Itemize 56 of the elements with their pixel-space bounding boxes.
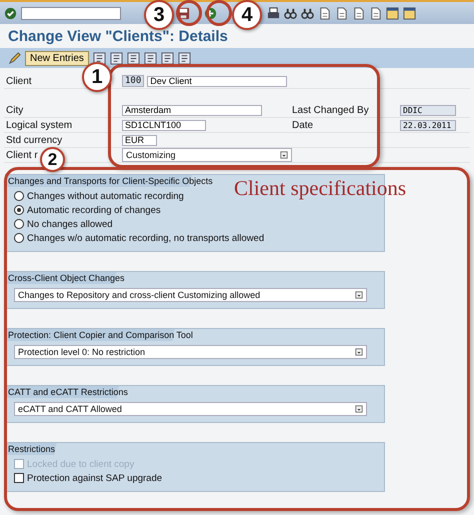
document-icon[interactable] [126, 52, 140, 64]
text-field[interactable]: Amsterdam [122, 104, 262, 116]
client-role-dropdown[interactable]: Customizing [122, 148, 292, 162]
document-icon[interactable] [160, 52, 174, 64]
window-icon[interactable] [386, 6, 399, 20]
radio-button[interactable] [14, 191, 24, 201]
page-icon[interactable] [369, 6, 382, 20]
back-icon[interactable] [204, 6, 217, 20]
field-label: Client r [6, 150, 38, 160]
field-label: Date [292, 120, 314, 130]
text-field[interactable]: Dev Client [147, 76, 288, 86]
printer-icon[interactable] [267, 6, 280, 20]
callout-number: 2 [40, 147, 65, 172]
dropdown-icon[interactable] [355, 291, 363, 299]
binoculars-icon[interactable] [301, 6, 314, 20]
text-field[interactable]: EUR [122, 134, 157, 146]
radio-button[interactable] [14, 219, 24, 229]
dropdown-field[interactable]: eCATT and CATT Allowed [14, 402, 367, 416]
window-icon[interactable] [403, 6, 416, 20]
dropdown-icon[interactable] [280, 151, 288, 159]
field-label: Client [6, 76, 32, 86]
document-icon[interactable] [92, 52, 106, 64]
document-icon[interactable] [110, 52, 123, 64]
document-icon[interactable] [144, 52, 157, 64]
screen-title: Change View "Clients": Details [7, 27, 229, 47]
dropdown-icon[interactable] [355, 348, 363, 356]
field-label: Std currency [6, 134, 62, 146]
option-label: Automatic recording of changes [27, 204, 161, 216]
field-label: City [6, 104, 24, 116]
dropdown-field[interactable]: Changes to Repository and cross-client Customizing allowed [14, 288, 367, 302]
option-label: Changes without automatic recording [27, 190, 184, 202]
client-number: 100 [122, 75, 144, 87]
document-icon[interactable] [178, 52, 191, 64]
field-label: Last Changed By [292, 104, 369, 116]
highlight-ellipse [176, 0, 202, 26]
dropdown-field[interactable]: Protection level 0: No restriction [14, 345, 367, 359]
read-only-field[interactable]: 22.03.2011 [400, 120, 456, 130]
page-icon[interactable] [335, 6, 348, 20]
annotation-caption: Client specifications [234, 176, 406, 201]
dropdown-icon[interactable] [355, 405, 363, 413]
pencil-icon[interactable] [8, 52, 21, 64]
field-label: Logical system [6, 120, 72, 130]
radio-button[interactable] [14, 233, 24, 243]
checkbox[interactable] [14, 473, 24, 483]
radio-button[interactable] [14, 205, 24, 215]
command-field[interactable] [21, 6, 121, 20]
binoculars-icon[interactable] [284, 6, 297, 20]
read-only-field[interactable]: DDIC [400, 104, 456, 116]
new-entries-button[interactable]: New Entries [25, 50, 89, 66]
option-label: Changes w/o automatic recording, no transports allowed [27, 232, 264, 244]
option-label: No changes allowed [27, 218, 113, 230]
text-field[interactable]: SD1CLNT100 [122, 120, 206, 130]
page-icon[interactable] [318, 6, 331, 20]
option-label: Protection against SAP upgrade [27, 472, 162, 484]
page-icon[interactable] [352, 6, 365, 20]
check-icon[interactable] [4, 6, 17, 20]
